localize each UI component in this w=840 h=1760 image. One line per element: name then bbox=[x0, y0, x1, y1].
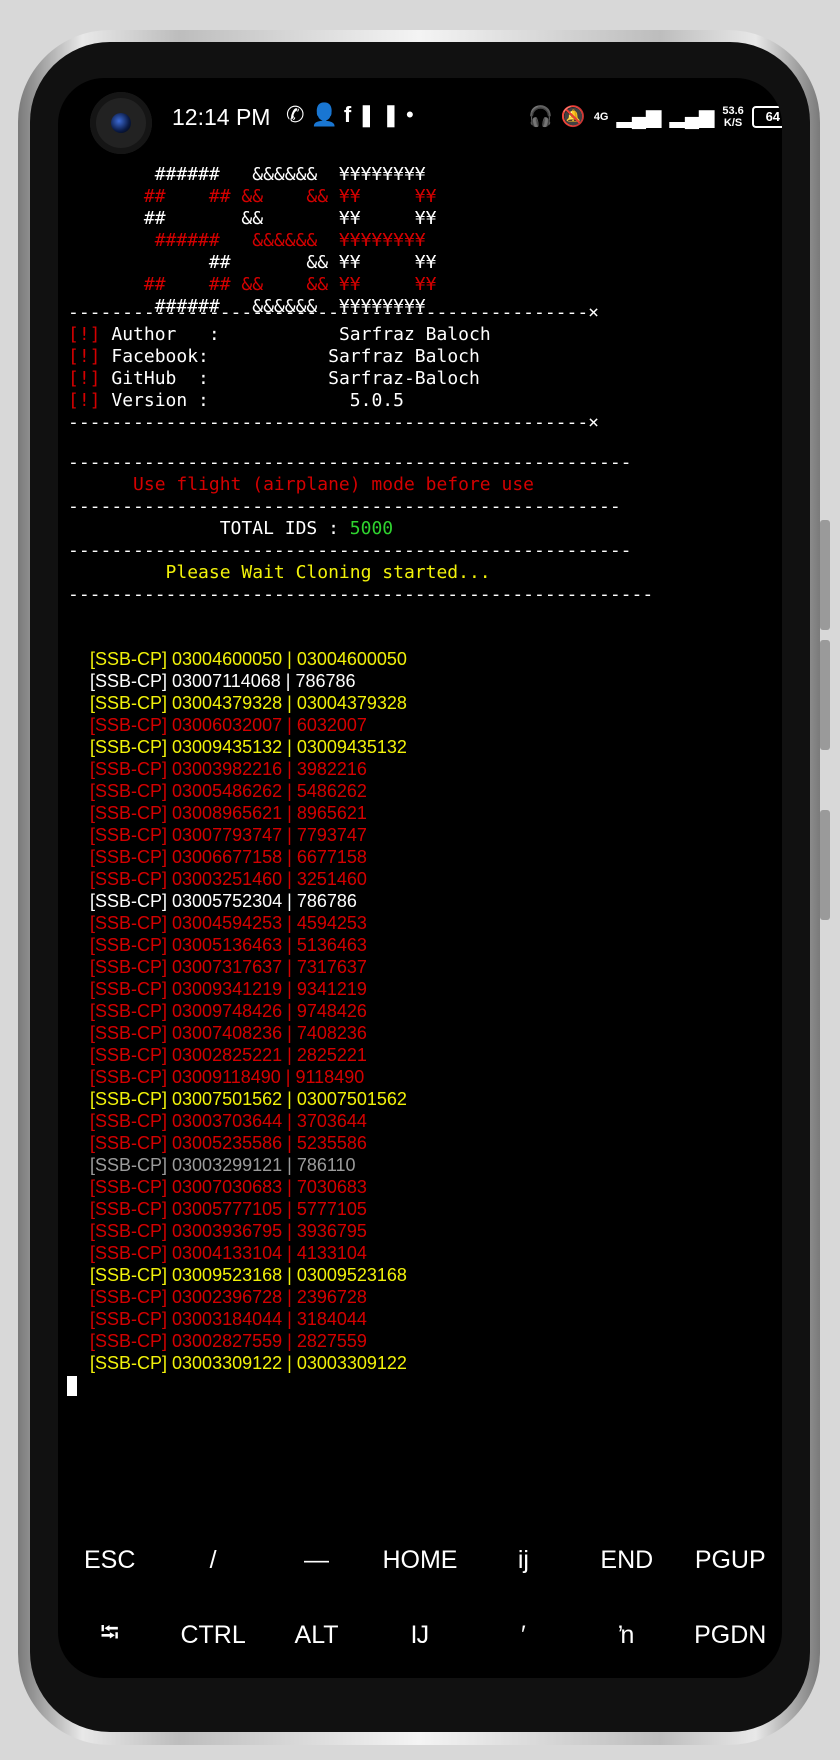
n-apostrophe-key[interactable]: ŉ bbox=[575, 1621, 678, 1650]
info-label: Facebook: bbox=[111, 346, 209, 367]
info-value: Sarfraz Baloch bbox=[208, 346, 480, 367]
alt-key[interactable]: ALT bbox=[265, 1621, 368, 1650]
info-separator-bottom: ----------------------------------------… bbox=[68, 412, 600, 433]
result-row: [SSB-CP] 03004133104 | 4133104 bbox=[90, 1243, 367, 1263]
info-value: Sarfraz Baloch bbox=[219, 324, 491, 345]
slash-key[interactable]: / bbox=[161, 1546, 264, 1575]
result-row: [SSB-CP] 03003299121 | 786110 bbox=[90, 1155, 356, 1175]
banner-line: ## ## && && ¥¥ ¥¥ bbox=[68, 186, 437, 207]
info-line: [!] Version : 5.0.5 bbox=[68, 390, 404, 412]
pgup-key[interactable]: PGUP bbox=[679, 1546, 782, 1575]
result-row: [SSB-CP] 03002827559 | 2827559 bbox=[90, 1331, 367, 1351]
cloning-status: Please Wait Cloning started... bbox=[68, 562, 491, 583]
esc-key[interactable]: ESC bbox=[58, 1546, 161, 1575]
result-row: [SSB-CP] 03007408236 | 7408236 bbox=[90, 1023, 367, 1043]
extra-keys-row-1: ESC / — HOME ij END PGUP bbox=[58, 1523, 782, 1598]
result-row: [SSB-CP] 03003703644 | 3703644 bbox=[90, 1111, 367, 1131]
result-row: [SSB-CP] 03004600050 | 03004600050 bbox=[90, 649, 407, 669]
result-row: [SSB-CP] 03008965621 | 8965621 bbox=[90, 803, 367, 823]
ij-key[interactable]: ij bbox=[472, 1546, 575, 1575]
separator-4: ----------------------------------------… bbox=[68, 584, 654, 605]
result-row: [SSB-CP] 03006677158 | 6677158 bbox=[90, 847, 367, 867]
banner-line: ###### &&&&&& ¥¥¥¥¥¥¥¥ bbox=[68, 230, 426, 251]
info-line: [!] GitHub : Sarfraz-Baloch bbox=[68, 368, 480, 390]
result-row: [SSB-CP] 03007114068 | 786786 bbox=[90, 671, 356, 691]
result-row: [SSB-CP] 03009435132 | 03009435132 bbox=[90, 737, 407, 757]
banner-line: ## && ¥¥ ¥¥ bbox=[68, 208, 437, 229]
info-label: Version : bbox=[111, 390, 209, 411]
result-row: [SSB-CP] 03003251460 | 3251460 bbox=[90, 869, 367, 889]
result-row: [SSB-CP] 03009523168 | 03009523168 bbox=[90, 1265, 407, 1285]
terminal-cursor bbox=[67, 1376, 77, 1396]
total-ids-label: TOTAL IDS : bbox=[68, 518, 350, 539]
total-ids-value: 5000 bbox=[349, 518, 394, 539]
banner-line: ## && ¥¥ ¥¥ bbox=[68, 252, 437, 273]
terminal-output: ###### &&&&&& ¥¥¥¥¥¥¥¥ ## ## && && ¥¥ ¥¥… bbox=[68, 78, 768, 605]
result-row: [SSB-CP] 03005777105 | 5777105 bbox=[90, 1199, 367, 1219]
volume-down-button bbox=[820, 640, 830, 750]
airplane-mode-notice: Use flight (airplane) mode before use bbox=[68, 474, 534, 495]
screen: 12:14 PM ✆👤f❚❚• 🎧 🔕 4G ▂▄▆ ▂▄▆ 53.6 K/S … bbox=[58, 78, 782, 1678]
prime-key[interactable]: ′ bbox=[472, 1621, 575, 1650]
results-list: [SSB-CP] 03004600050 | 03004600050 [SSB-C… bbox=[90, 648, 407, 1374]
home-key[interactable]: HOME bbox=[368, 1546, 471, 1575]
result-row: [SSB-CP] 03003982216 | 3982216 bbox=[90, 759, 367, 779]
banner-line: ## ## && && ¥¥ ¥¥ bbox=[68, 274, 437, 295]
result-row: [SSB-CP] 03005136463 | 5136463 bbox=[90, 935, 367, 955]
result-row: [SSB-CP] 03009118490 | 9118490 bbox=[90, 1067, 365, 1087]
result-row: [SSB-CP] 03006032007 | 6032007 bbox=[90, 715, 367, 735]
separator-2: ----------------------------------------… bbox=[68, 496, 621, 517]
pgdn-key[interactable]: PGDN bbox=[679, 1621, 782, 1650]
volume-up-button bbox=[820, 520, 830, 630]
info-line: [!] Author : Sarfraz Baloch bbox=[68, 324, 491, 346]
info-value: 5.0.5 bbox=[208, 390, 404, 411]
result-row: [SSB-CP] 03007030683 | 7030683 bbox=[90, 1177, 367, 1197]
total-ids: TOTAL IDS : 5000 bbox=[68, 518, 393, 540]
result-row: [SSB-CP] 03005486262 | 5486262 bbox=[90, 781, 367, 801]
info-line: [!] Facebook: Sarfraz Baloch bbox=[68, 346, 480, 368]
extra-keys-row-2: ⭾ CTRL ALT Ĳ ′ ŉ PGDN bbox=[58, 1598, 782, 1673]
separator-3: ----------------------------------------… bbox=[68, 540, 632, 561]
ctrl-key[interactable]: CTRL bbox=[161, 1621, 264, 1650]
result-row: [SSB-CP] 03005235586 | 5235586 bbox=[90, 1133, 367, 1153]
banner-line: ###### &&&&&& ¥¥¥¥¥¥¥¥ bbox=[68, 164, 426, 185]
end-key[interactable]: END bbox=[575, 1546, 678, 1575]
info-value: Sarfraz-Baloch bbox=[208, 368, 480, 389]
info-separator-top: ----------------------------------------… bbox=[68, 302, 600, 323]
result-row: [SSB-CP] 03007501562 | 03007501562 bbox=[90, 1089, 407, 1109]
result-row: [SSB-CP] 03009341219 | 9341219 bbox=[90, 979, 367, 999]
extra-keys-bar: ESC / — HOME ij END PGUP ⭾ CTRL ALT Ĳ ′ ŉ PGDN bbox=[58, 1523, 782, 1673]
warning-tag: [!] bbox=[68, 390, 112, 411]
separator-1: ----------------------------------------… bbox=[68, 452, 632, 473]
warning-tag: [!] bbox=[68, 346, 112, 367]
result-row: [SSB-CP] 03005752304 | 786786 bbox=[90, 891, 357, 911]
dash-key[interactable]: — bbox=[265, 1546, 368, 1575]
result-row: [SSB-CP] 03002825221 | 2825221 bbox=[90, 1045, 367, 1065]
result-row: [SSB-CP] 03003184044 | 3184044 bbox=[90, 1309, 367, 1329]
result-row: [SSB-CP] 03009748426 | 9748426 bbox=[90, 1001, 367, 1021]
info-label: Author : bbox=[111, 324, 220, 345]
warning-tag: [!] bbox=[68, 324, 112, 345]
ij-ligature-key[interactable]: Ĳ bbox=[368, 1621, 471, 1650]
info-label: GitHub : bbox=[111, 368, 209, 389]
result-row: [SSB-CP] 03003309122 | 03003309122 bbox=[90, 1353, 407, 1373]
result-row: [SSB-CP] 03004379328 | 03004379328 bbox=[90, 693, 407, 713]
tab-key[interactable]: ⭾ bbox=[58, 1614, 161, 1657]
result-row: [SSB-CP] 03003936795 | 3936795 bbox=[90, 1221, 367, 1241]
warning-tag: [!] bbox=[68, 368, 112, 389]
result-row: [SSB-CP] 03004594253 | 4594253 bbox=[90, 913, 367, 933]
power-button bbox=[820, 810, 830, 920]
result-row: [SSB-CP] 03007317637 | 7317637 bbox=[90, 957, 367, 977]
result-row: [SSB-CP] 03002396728 | 2396728 bbox=[90, 1287, 367, 1307]
result-row: [SSB-CP] 03007793747 | 7793747 bbox=[90, 825, 367, 845]
